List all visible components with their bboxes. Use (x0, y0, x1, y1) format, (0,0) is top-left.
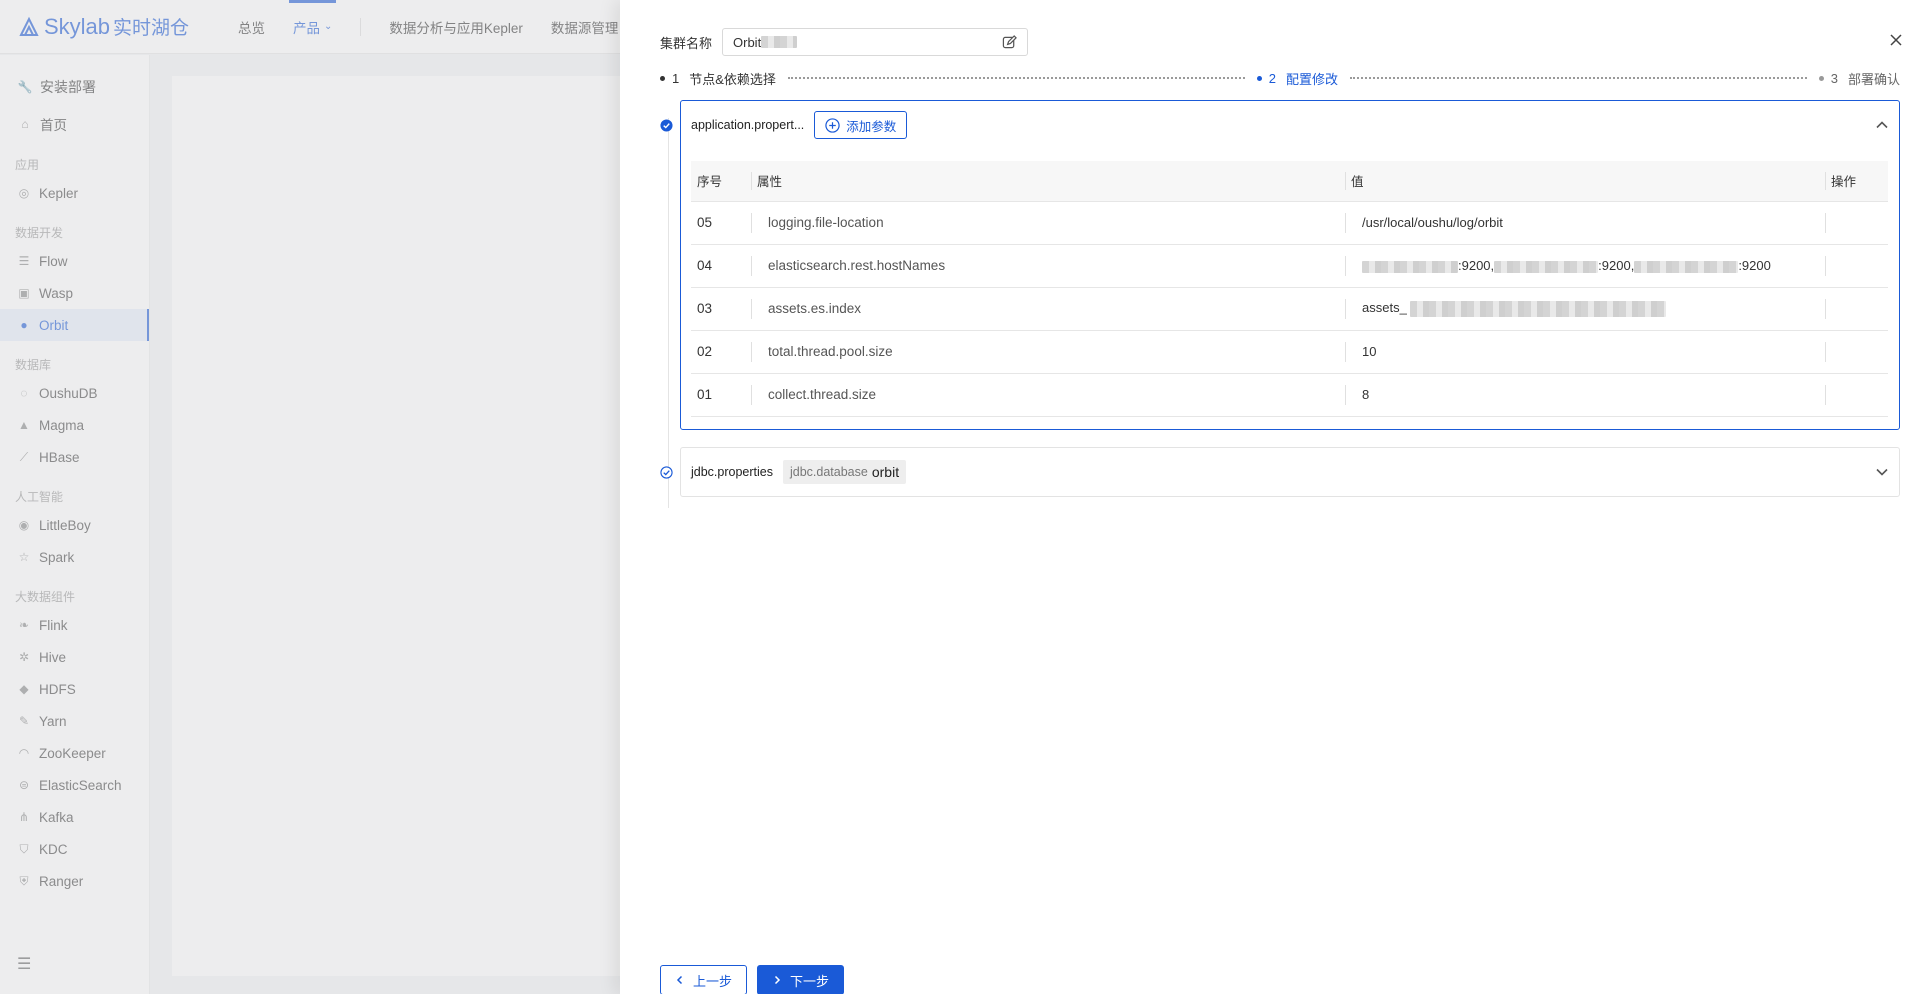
cell-action (1825, 329, 1888, 373)
step-3[interactable]: 3 部署确认 (1818, 69, 1900, 88)
cell-seq: 05 (691, 200, 751, 244)
tag-value: orbit (871, 464, 900, 480)
step-label: 部署确认 (1847, 71, 1900, 87)
cell-seq: 01 (691, 372, 751, 417)
timeline-line (668, 118, 669, 508)
panel-jdbc-properties: jdbc.properties jdbc.database orbit (660, 447, 1900, 497)
column-header-action: 操作 (1825, 161, 1888, 201)
close-icon[interactable] (1888, 32, 1904, 48)
cluster-name-input[interactable]: Orbit (722, 28, 1029, 56)
step-number: 3 (1830, 70, 1838, 86)
cell-value-part: :9200, (1458, 258, 1495, 273)
redacted-text (1634, 260, 1739, 273)
redacted-text (1494, 260, 1599, 273)
cell-action (1825, 372, 1888, 417)
cell-value[interactable]: /usr/local/oushu/log/orbit (1345, 200, 1825, 244)
cluster-name-row: 集群名称 Orbit (660, 28, 1029, 56)
cell-prop-text: elasticsearch.rest.hostNames (768, 258, 946, 273)
column-header-seq: 序号 (691, 161, 751, 201)
step-number: 2 (1268, 70, 1276, 86)
drawer-footer: 上一步 下一步 (660, 965, 845, 994)
table-row: 04 elasticsearch.rest.hostNames :9200,:9… (691, 243, 1888, 287)
next-step-label: 下一步 (790, 973, 830, 989)
cell-prop-text: logging.file-location (768, 215, 884, 230)
cell-value[interactable]: :9200, :9200, :9200 (1345, 243, 1825, 287)
step-dot (1256, 75, 1262, 81)
step-label: 节点&依赖选择 (689, 71, 776, 87)
table-row: 05 logging.file-location /usr/local/oush… (691, 200, 1888, 244)
cell-seq: 02 (691, 329, 751, 373)
plus-circle-icon (825, 117, 840, 133)
cell-value-part: :9200, (1598, 258, 1635, 273)
step-label: 配置修改 (1285, 71, 1338, 87)
check-circle-outline-icon (660, 466, 673, 479)
tag-key: jdbc.database (790, 465, 868, 479)
cell-seq: 04 (691, 243, 751, 287)
cell-value[interactable]: 8 (1345, 372, 1825, 417)
redacted-text (1362, 260, 1458, 273)
cell-value-text: assets_ (1362, 300, 1407, 316)
add-param-button[interactable]: 添加参数 (814, 111, 908, 139)
table-header-row: 序号 属性 值 操作 (691, 161, 1888, 201)
cell-prop-text: total.thread.pool.size (768, 344, 893, 359)
cell-value-text: 10 (1362, 344, 1377, 359)
step-1[interactable]: 1 节点&依赖选择 (660, 69, 776, 88)
panel-header[interactable]: jdbc.properties jdbc.database orbit (681, 448, 1899, 496)
step-connector (1349, 77, 1807, 79)
cell-value-text: /usr/local/oushu/log/orbit (1362, 215, 1503, 230)
chevron-left-icon (676, 975, 683, 985)
step-number: 1 (672, 70, 680, 86)
table-row: 01 collect.thread.size 8 (691, 372, 1888, 417)
redacted-text (1410, 300, 1667, 317)
step-2[interactable]: 2 配置修改 (1256, 69, 1338, 88)
cell-prop[interactable]: elasticsearch.rest.hostNames (751, 243, 1345, 287)
prev-step-button[interactable]: 上一步 (660, 965, 748, 994)
column-header-prop: 属性 (751, 161, 1345, 201)
cluster-name-label: 集群名称 (660, 35, 713, 51)
params-table: 序号 属性 值 操作 05 logging.file-location /usr… (691, 161, 1888, 417)
check-circle-icon (660, 119, 673, 132)
cell-action (1825, 200, 1888, 244)
cell-action (1825, 243, 1888, 287)
steps-bar: 1 节点&依赖选择 2 配置修改 3 部署确认 (660, 68, 1900, 88)
chevron-right-icon (774, 975, 781, 985)
cell-prop[interactable]: collect.thread.size (751, 372, 1345, 417)
cell-prop[interactable]: logging.file-location (751, 200, 1345, 244)
cell-prop[interactable]: assets.es.index (751, 286, 1345, 330)
cell-value[interactable]: 10 (1345, 329, 1825, 373)
panel-title: jdbc.properties (691, 465, 773, 479)
cell-action (1825, 286, 1888, 330)
redacted-text (761, 36, 798, 48)
chevron-up-icon[interactable] (1875, 118, 1889, 132)
cluster-name-value: Orbit (733, 34, 762, 50)
chevron-down-icon[interactable] (1875, 465, 1889, 479)
cell-prop-text: assets.es.index (768, 301, 862, 316)
panel-header[interactable]: application.propert... 添加参数 (681, 101, 1899, 149)
next-step-button[interactable]: 下一步 (757, 965, 845, 994)
step-connector (787, 77, 1245, 79)
table-row: 02 total.thread.pool.size 10 (691, 329, 1888, 373)
column-header-value: 值 (1345, 161, 1825, 201)
cell-value-part: :9200 (1738, 258, 1771, 273)
cell-seq: 03 (691, 286, 751, 330)
prev-step-label: 上一步 (693, 973, 733, 989)
cell-prop[interactable]: total.thread.pool.size (751, 329, 1345, 373)
step-dot (1818, 75, 1824, 81)
cell-prop-text: collect.thread.size (768, 387, 877, 402)
summary-tag: jdbc.database orbit (783, 460, 907, 484)
cell-value[interactable]: assets_ (1345, 286, 1825, 330)
panel-application-properties: application.propert... 添加参数 序号 属性 值 操作 0… (660, 100, 1900, 430)
step-dot (660, 75, 665, 81)
edit-icon[interactable] (1002, 35, 1017, 50)
table-row: 03 assets.es.index assets_ (691, 286, 1888, 330)
add-param-label: 添加参数 (846, 119, 897, 134)
cell-value-text: 8 (1362, 387, 1370, 402)
config-drawer: 集群名称 Orbit 1 节点&依赖选择 2 配置修改 3 部署确认 appli… (620, 0, 1920, 994)
panel-title: application.propert... (691, 118, 805, 132)
